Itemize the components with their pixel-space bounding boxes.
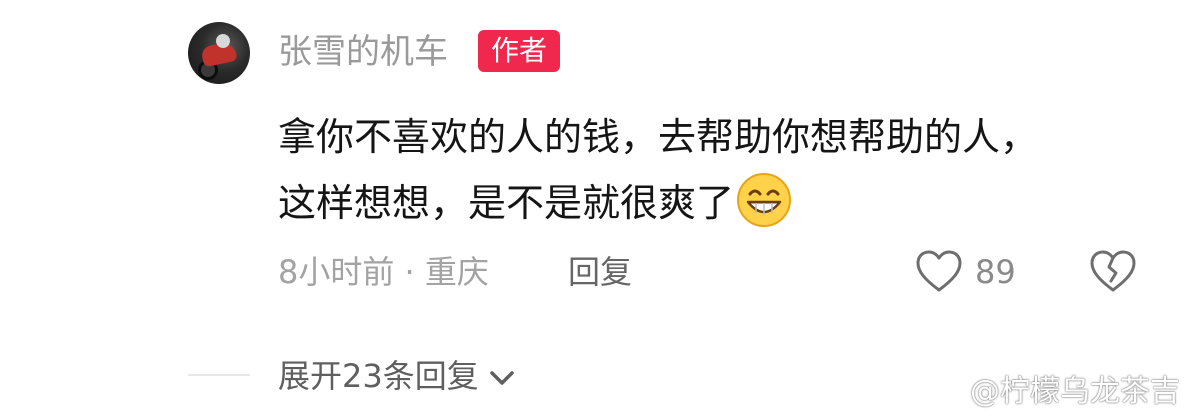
heart-icon[interactable] <box>914 248 964 294</box>
comment-screen: 张雪的机车 作者 拿你不喜欢的人的钱，去帮助你想帮助的人， 这样想想，是不是就很… <box>0 0 1200 420</box>
thread-divider <box>188 374 250 376</box>
avatar[interactable] <box>188 22 250 84</box>
comment-time-location: 8小时前 · 重庆 <box>278 253 489 291</box>
grinning-face-icon <box>737 173 792 227</box>
reply-button[interactable]: 回复 <box>568 252 632 292</box>
expand-replies-button[interactable]: 展开23条回复 <box>278 354 517 398</box>
weibo-icon <box>936 383 965 407</box>
avatar-rider <box>216 34 230 48</box>
comment-line-1: 拿你不喜欢的人的钱，去帮助你想帮助的人， <box>278 115 1039 159</box>
watermark-text: @柠檬乌龙茶吉 <box>970 374 1180 409</box>
broken-heart-icon[interactable] <box>1088 248 1138 294</box>
username[interactable]: 张雪的机车 <box>278 32 448 72</box>
author-badge: 作者 <box>478 30 560 72</box>
expand-replies-label: 展开23条回复 <box>278 357 479 395</box>
comment-line-2-wrap: 这样想想，是不是就很爽了 <box>278 170 1158 236</box>
watermark: @柠檬乌龙茶吉 <box>936 374 1180 410</box>
comment-text: 拿你不喜欢的人的钱，去帮助你想帮助的人， 这样想想，是不是就很爽了 <box>278 104 1158 236</box>
comment-line-2: 这样想想，是不是就很爽了 <box>278 181 735 225</box>
like-count: 89 <box>975 253 1016 291</box>
chevron-down-icon <box>489 371 514 385</box>
